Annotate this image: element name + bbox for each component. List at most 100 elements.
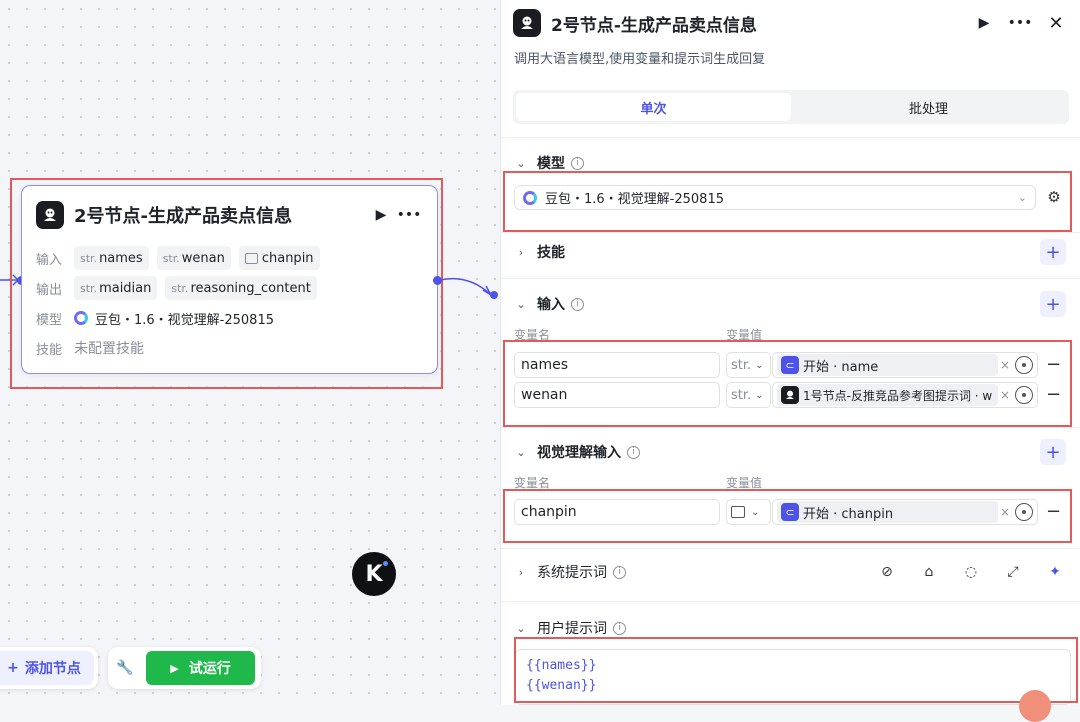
user-prompt-section-header[interactable]: ⌄ 用户提示词 i: [514, 615, 1066, 641]
remove-input-button[interactable]: −: [1046, 384, 1061, 405]
input-chip: str. wenan: [156, 246, 231, 270]
start-node-icon: ⊂: [781, 503, 799, 521]
column-header-value: 变量值: [726, 476, 763, 490]
more-icon[interactable]: •••: [395, 201, 423, 229]
doubao-logo-icon: [513, 9, 541, 37]
chevron-down-icon: ⌄: [516, 156, 526, 170]
add-node-button[interactable]: + 添加节点: [0, 651, 94, 685]
run-node-icon[interactable]: ▶: [970, 9, 998, 37]
type-select[interactable]: str. ⌄: [726, 382, 771, 408]
info-icon: i: [613, 621, 626, 635]
wrench-icon[interactable]: 🔧: [114, 660, 136, 676]
variable-name-input[interactable]: chanpin: [514, 499, 720, 525]
clear-icon[interactable]: ×: [998, 388, 1012, 402]
add-node-bar: + 添加节点: [0, 647, 98, 689]
input-chip: chanpin: [238, 246, 320, 270]
remove-vision-input-button[interactable]: −: [1046, 501, 1061, 522]
floating-assistant-button[interactable]: [1019, 690, 1051, 722]
output-chip: str. maidian: [74, 276, 158, 300]
tab-single[interactable]: 单次: [516, 93, 791, 121]
type-select[interactable]: str. ⌄: [726, 352, 771, 378]
image-icon: [244, 252, 258, 264]
input-section-header[interactable]: ⌄ 输入 i +: [514, 291, 1066, 317]
section-title: 系统提示词: [537, 565, 607, 581]
model-select-value: 豆包・1.6・视觉理解-250815: [545, 192, 724, 207]
model-settings-gear-icon[interactable]: ⚙: [1044, 187, 1064, 207]
llm-node-card[interactable]: 2号节点-生成产品卖点信息 ▶ ••• 输入 str. names str. wen…: [21, 185, 438, 374]
skills-section-header[interactable]: › 技能 +: [514, 239, 1066, 265]
type-select[interactable]: ⌄: [726, 499, 771, 525]
more-icon[interactable]: •••: [1006, 9, 1034, 37]
lightbulb-icon[interactable]: ◌: [960, 561, 982, 583]
doubao-logo-icon: [36, 201, 64, 229]
pick-variable-icon[interactable]: [1015, 386, 1033, 404]
compass-icon[interactable]: ⊘: [876, 561, 898, 583]
close-icon[interactable]: ✕: [1042, 9, 1070, 37]
expand-icon[interactable]: ⤢: [1002, 561, 1024, 583]
vision-input-section-header[interactable]: ⌄ 视觉理解输入 i +: [514, 439, 1066, 465]
add-vision-input-button[interactable]: +: [1040, 439, 1066, 465]
prompt-line: {{names}}: [526, 658, 597, 673]
skill-label: 技能: [36, 342, 63, 358]
panel-description: 调用大语言模型,使用变量和提示词生成回复: [514, 52, 766, 67]
variable-name-input[interactable]: names: [514, 352, 720, 378]
doubao-model-icon: [74, 311, 88, 325]
k-logo-badge: K: [352, 552, 396, 596]
chevron-down-icon: ⌄: [1017, 191, 1027, 204]
model-label: 模型: [36, 312, 63, 328]
output-label: 输出: [36, 282, 63, 298]
info-icon: i: [571, 297, 584, 311]
divider: [501, 278, 1080, 279]
info-icon: i: [613, 565, 626, 579]
info-icon: i: [627, 445, 640, 459]
prompt-line: {{wenan}}: [526, 678, 597, 693]
workflow-canvas[interactable]: 2号节点-生成产品卖点信息 ▶ ••• 输入 str. names str. wen…: [0, 0, 500, 705]
divider: [501, 601, 1080, 602]
variable-reference-field[interactable]: ⊂ 开始 · chanpin ×: [772, 499, 1038, 525]
skill-value: 未配置技能: [74, 341, 144, 357]
system-prompt-tools: ⊘ ⌂ ◌ ⤢ ✦: [876, 561, 1066, 583]
node-logo-icon: [781, 386, 799, 404]
run-node-icon[interactable]: ▶: [367, 201, 395, 229]
chevron-right-icon: ›: [518, 245, 524, 259]
input-chip: str. names: [74, 246, 149, 270]
tab-batch[interactable]: 批处理: [791, 93, 1066, 121]
library-icon[interactable]: ⌂: [918, 561, 940, 583]
outgoing-edge: [439, 277, 498, 299]
input-label: 输入: [36, 252, 63, 268]
section-title: 视觉理解输入: [537, 445, 621, 461]
add-skill-button[interactable]: +: [1040, 239, 1066, 265]
chevron-down-icon: ⌄: [516, 445, 526, 459]
reference-tag: ⊂ 开始 · name: [777, 354, 998, 376]
model-select[interactable]: 豆包・1.6・视觉理解-250815 ⌄: [514, 185, 1036, 210]
reference-tag: 1号节点-反推竞品参考图提示词 · w: [777, 384, 998, 406]
mode-tabs: 单次 批处理: [513, 90, 1069, 124]
pick-variable-icon[interactable]: [1015, 356, 1033, 374]
ai-sparkle-icon[interactable]: ✦: [1044, 561, 1066, 583]
clear-icon[interactable]: ×: [998, 358, 1012, 372]
section-title: 技能: [537, 245, 565, 261]
section-title: 模型: [537, 156, 565, 172]
section-title: 用户提示词: [537, 621, 607, 637]
info-icon: i: [571, 156, 584, 170]
variable-name-input[interactable]: wenan: [514, 382, 720, 408]
chevron-down-icon: ⌄: [516, 297, 526, 311]
variable-reference-field[interactable]: ⊂ 开始 · name ×: [772, 352, 1038, 378]
start-node-icon: ⊂: [781, 356, 799, 374]
column-header-value: 变量值: [726, 328, 763, 342]
test-run-button[interactable]: ▶ 试运行: [146, 651, 255, 685]
output-chip: str. reasoning_content: [165, 276, 317, 300]
clear-icon[interactable]: ×: [998, 505, 1012, 519]
node-model-name: 豆包・1.6・视觉理解-250815: [95, 312, 274, 328]
user-prompt-editor[interactable]: {{names}} {{wenan}}: [515, 649, 1071, 705]
model-section-header[interactable]: ⌄ 模型 i: [514, 150, 1066, 176]
section-title: 输入: [537, 297, 565, 313]
remove-input-button[interactable]: −: [1046, 354, 1061, 375]
chevron-down-icon: ⌄: [516, 621, 526, 635]
variable-reference-field[interactable]: 1号节点-反推竞品参考图提示词 · w ×: [772, 382, 1038, 408]
pick-variable-icon[interactable]: [1015, 503, 1033, 521]
node-title: 2号节点-生成产品卖点信息: [74, 206, 292, 227]
column-header-name: 变量名: [514, 328, 551, 342]
node-settings-panel: 2号节点-生成产品卖点信息 ▶ ••• ✕ 调用大语言模型,使用变量和提示词生成…: [500, 0, 1080, 722]
add-input-button[interactable]: +: [1040, 291, 1066, 317]
